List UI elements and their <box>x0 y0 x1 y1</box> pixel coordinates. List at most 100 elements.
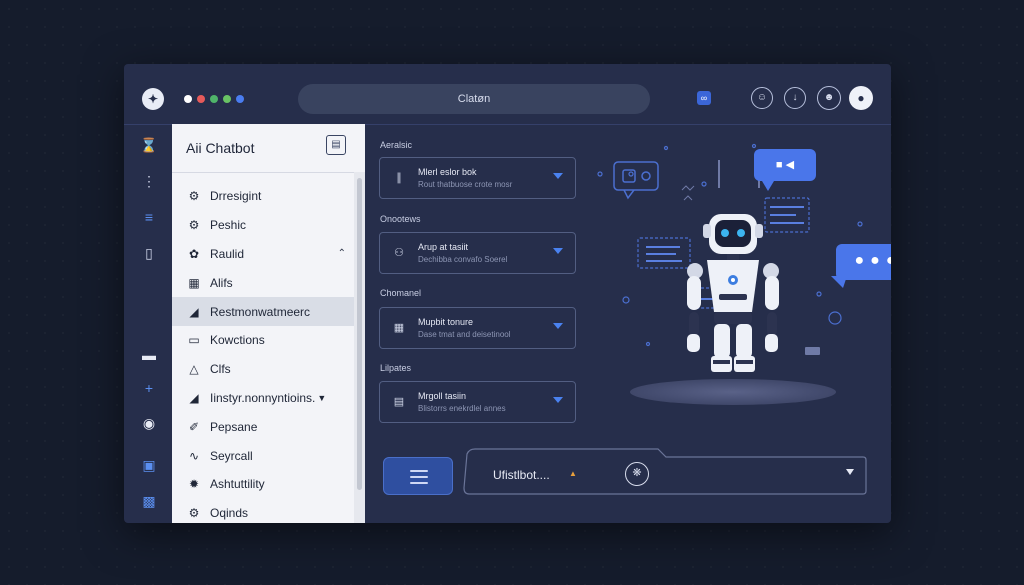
bot-face-icon[interactable]: ☺ <box>751 87 773 109</box>
sidebar-item-peshic[interactable]: ⚙ Peshic <box>172 211 354 240</box>
card-subtitle: Dechibba convafo Soerel <box>418 255 508 264</box>
chevron-down-icon[interactable] <box>553 323 563 329</box>
window-dot[interactable] <box>223 95 231 103</box>
chart-icon: ◢ <box>189 304 199 319</box>
crop-icon[interactable]: ⌛ <box>140 136 158 154</box>
setting-card[interactable]: ▦ Mupbit tonure Dase tmat and deisetinoo… <box>379 307 576 349</box>
menu-button[interactable] <box>383 457 453 495</box>
palette-icon: ✿ <box>188 246 200 261</box>
audio-wave-icon: ∥ <box>396 172 402 184</box>
warning-icon: △ <box>189 362 199 377</box>
menu-icon[interactable]: ≡ <box>140 208 158 226</box>
sidebar-item-label: Ashtuttility <box>210 477 265 492</box>
sidebar-item-ashtuttility[interactable]: ✹ Ashtuttility <box>172 470 354 499</box>
chevron-down-icon[interactable] <box>553 248 563 254</box>
sidebar-item-label: Pepsane <box>210 419 258 434</box>
sidebar-item-label: Iinstyr.nonnyntioins. <box>210 390 316 405</box>
sidebar-item-alifs[interactable]: ▦ Alifs <box>172 268 354 297</box>
sidebar-item-label: Seyrcall <box>210 448 253 463</box>
setting-card[interactable]: ⚇ Arup at tasiit Dechibba convafo Soerel <box>379 232 576 274</box>
bubble-tail <box>831 276 847 288</box>
card-subtitle: Rout thatbuose crote mosr <box>418 180 513 189</box>
sidebar-item-pepsane[interactable]: ✐ Pepsane <box>172 412 354 441</box>
grid-icon: ▦ <box>188 275 200 290</box>
layout-icon[interactable]: ▣ <box>140 456 158 474</box>
gamepad-icon[interactable]: ▩ <box>140 492 158 510</box>
phone-icon[interactable]: ▯ <box>140 244 158 262</box>
section-label: Aeralsic <box>380 140 413 150</box>
gear-icon: ⚙ <box>188 506 200 521</box>
sidebar-item-kowctions[interactable]: ▭ Kowctions <box>172 326 354 355</box>
window-dots <box>184 95 244 103</box>
chevron-up-icon[interactable]: ⌃ <box>338 248 346 259</box>
section-label: Onootews <box>380 214 421 224</box>
card-title: Mrgoll tasiin <box>418 391 467 401</box>
outline-bubble <box>613 161 659 200</box>
chevron-down-icon[interactable] <box>846 469 854 475</box>
chart-icon: ◢ <box>189 390 199 405</box>
sidebar-item-label: Oqinds <box>210 506 249 521</box>
sidebar-item-clfs[interactable]: △ Clfs <box>172 355 354 384</box>
message-text: Ufistlbot.... <box>493 468 550 482</box>
robot-platform <box>630 379 836 405</box>
document-icon: ▭ <box>188 333 200 348</box>
sidebar-item-iinstyr[interactable]: ◢ Iinstyr.nonnyntioins. ▼ <box>172 384 354 413</box>
window-dot[interactable] <box>236 95 244 103</box>
window-dot[interactable] <box>184 95 192 103</box>
robot-icon <box>687 214 779 372</box>
decor-squiggle <box>681 185 695 201</box>
card-title: Arup at tasiit <box>418 242 469 252</box>
globe-icon[interactable]: ◉ <box>140 414 158 432</box>
sidebar-title: Aii Chatbot <box>186 140 255 156</box>
message-input[interactable]: Ufistlbot.... ▲ ❋ <box>463 448 867 495</box>
bookmark-icon[interactable]: ▤ <box>326 135 346 155</box>
sidebar-item-drresigint[interactable]: ⚙ Drresigint <box>172 182 354 211</box>
sidebar-item-restmonwatmeerc[interactable]: ◢ Restmonwatmeerc <box>172 297 354 326</box>
sidebar: Aii Chatbot ▤ ⚙ Drresigint ⚙ Peshic ✿ Ra… <box>172 124 365 523</box>
sidebar-item-label: Clfs <box>210 362 231 377</box>
window-dot[interactable] <box>210 95 218 103</box>
card-subtitle: Blistorrs enekrdlel annes <box>418 404 506 413</box>
sidebar-list: ⚙ Drresigint ⚙ Peshic ✿ Raulid ⌃ ▦ Alifs… <box>172 182 354 523</box>
dropdown-arrow-icon[interactable]: ▼ <box>317 393 326 403</box>
app-logo-icon[interactable]: ✦ <box>142 88 164 110</box>
more-vertical-icon[interactable]: ⋮ <box>140 172 158 190</box>
menu-icon <box>410 470 428 472</box>
profile-icon[interactable]: ☻ <box>817 86 841 110</box>
robot-icon: ⚇ <box>394 247 404 259</box>
plus-icon[interactable]: + <box>140 379 158 397</box>
setting-card[interactable]: ▤ Mrgoll tasiin Blistorrs enekrdlel anne… <box>379 381 576 423</box>
menu-icon <box>410 482 428 484</box>
sidebar-scrollbar-thumb[interactable] <box>357 178 362 490</box>
card-subtitle: Dase tmat and deisetinool <box>418 330 511 339</box>
gear-icon: ⚙ <box>188 189 200 204</box>
chevron-down-icon[interactable] <box>553 397 563 403</box>
sidebar-item-seyrcall[interactable]: ∿ Seyrcall <box>172 441 354 470</box>
chevron-down-icon[interactable] <box>553 173 563 179</box>
extension-icon[interactable]: ∞ <box>697 91 711 105</box>
window-dot[interactable] <box>197 95 205 103</box>
icon-rail: ⌛ ⋮ ≡ ▯ ▬ + ◉ ▣ ▩ <box>124 124 172 523</box>
download-icon[interactable]: ↓ <box>784 87 806 109</box>
avatar-icon[interactable]: ● <box>849 86 873 110</box>
network-icon: ✹ <box>188 477 200 492</box>
sidebar-item-label: Restmonwatmeerc <box>210 304 311 319</box>
address-bar[interactable]: Clatøn <box>298 84 650 114</box>
chat-bubble-icon: ■ ◀ <box>754 149 816 181</box>
window-icon[interactable]: ▬ <box>140 346 158 364</box>
sidebar-item-label: Raulid <box>210 246 245 261</box>
typing-bubble-icon: ●●● <box>836 244 891 280</box>
card-title: Mupbit tonure <box>418 317 474 327</box>
sidebar-item-raulid[interactable]: ✿ Raulid ⌃ <box>172 240 354 269</box>
emoji-icon[interactable]: ❋ <box>625 462 649 486</box>
sidebar-item-label: Alifs <box>210 275 233 290</box>
sidebar-item-oqinds[interactable]: ⚙ Oqinds <box>172 499 354 523</box>
sidebar-header: Aii Chatbot ▤ <box>172 124 365 173</box>
table-icon: ▦ <box>393 322 405 334</box>
menu-icon <box>410 476 428 478</box>
section-label: Chomanel <box>380 288 422 298</box>
app-window: ✦ Clatøn ∞ ☺ ↓ ☻ ● ⌛ ⋮ ≡ ▯ ▬ + ◉ ▣ ▩ Aii… <box>124 64 891 523</box>
small-block-icon <box>805 347 820 355</box>
setting-card[interactable]: ∥ Mlerl eslor bok Rout thatbuose crote m… <box>379 157 576 199</box>
sidebar-item-label: Kowctions <box>210 333 265 348</box>
